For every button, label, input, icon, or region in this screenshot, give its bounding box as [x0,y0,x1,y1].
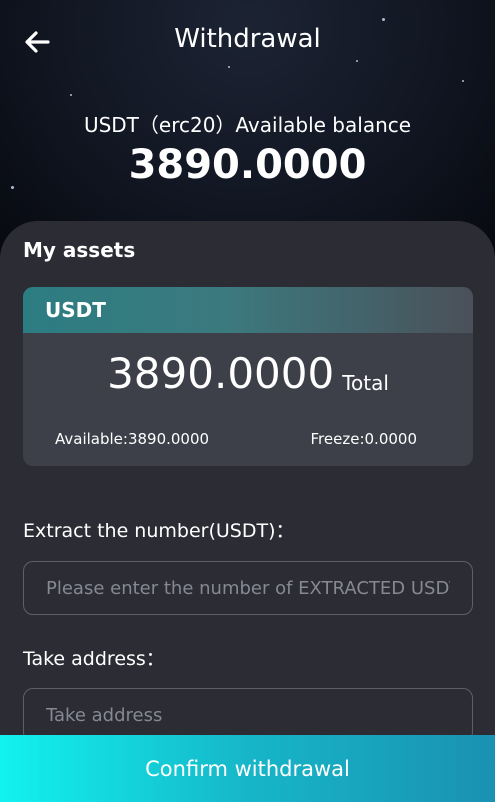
address-field [23,688,473,742]
my-assets-title: My assets [23,238,136,262]
available-balance-value: 3890.0000 [128,142,367,188]
star-decoration [228,66,230,68]
amount-input[interactable] [24,562,472,614]
asset-available: Available:3890.0000 [55,430,210,448]
amount-field [23,561,473,615]
asset-freeze: Freeze:0.0000 [310,430,417,448]
asset-total-row: 3890.0000 Total [23,349,473,398]
address-label: Take address： [23,648,165,670]
available-balance-label: USDT（erc20）Available balance [83,113,412,137]
asset-card-header: USDT [23,287,473,333]
page-title: Withdrawal [174,24,321,54]
star-decoration [382,18,385,21]
star-decoration [462,80,464,82]
amount-label: Extract the number(USDT)： [23,520,295,542]
asset-total-label: Total [342,371,389,395]
asset-total-value: 3890.0000 [107,349,335,398]
star-decoration [356,60,358,62]
asset-currency: USDT [45,298,106,322]
confirm-withdrawal-button[interactable]: Confirm withdrawal [0,735,495,802]
address-input[interactable] [24,689,472,741]
asset-card: USDT 3890.0000 Total Available:3890.0000 … [23,287,473,466]
star-decoration [70,94,72,96]
